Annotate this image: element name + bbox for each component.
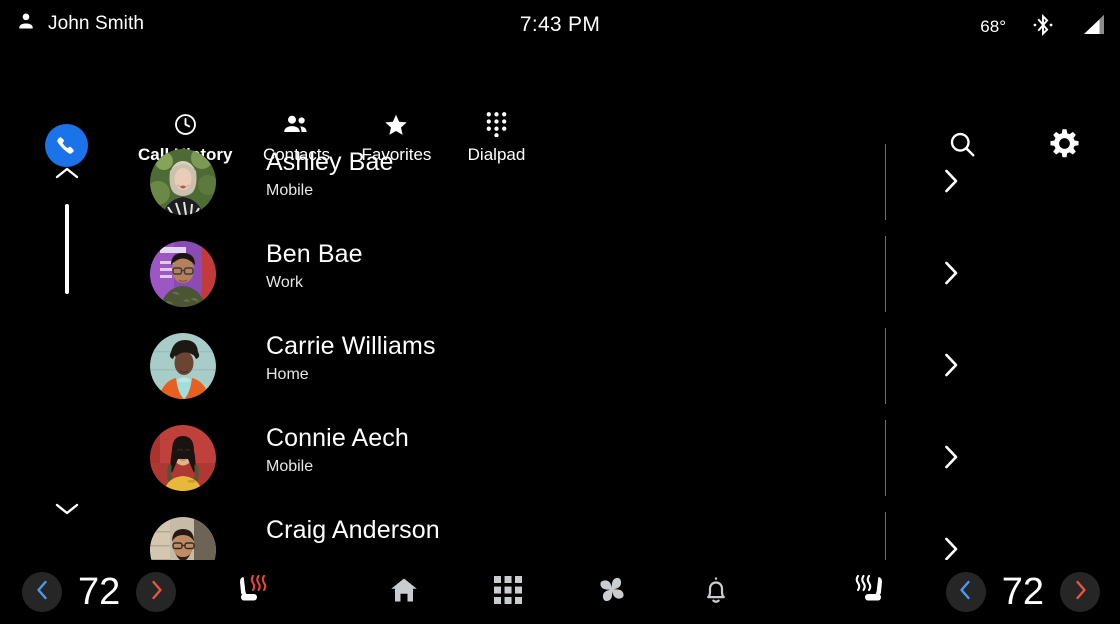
contact-label: Mobile	[266, 458, 314, 475]
row-divider	[885, 144, 886, 220]
app-tab-bar: Call History Contacts Favorites Dialpad	[0, 54, 1120, 167]
clock-icon	[173, 110, 198, 138]
contact-details-button[interactable]	[932, 440, 970, 478]
contact-details-button[interactable]	[932, 348, 970, 386]
home-button[interactable]	[380, 568, 428, 616]
dialpad-icon	[484, 110, 509, 138]
bell-icon	[702, 575, 730, 610]
contact-name: Connie Aech	[266, 424, 409, 452]
avatar	[150, 517, 216, 560]
chevron-left-icon	[958, 579, 973, 606]
row-divider	[885, 420, 886, 496]
chevron-right-icon	[943, 167, 960, 200]
contact-info: Craig Anderson	[266, 515, 440, 548]
contact-name: Craig Anderson	[266, 516, 440, 544]
contact-details-button[interactable]	[932, 532, 970, 560]
status-indicators: 68°	[980, 0, 1106, 54]
apps-grid-icon	[494, 575, 522, 609]
contact-rows: Ashley Bae Mobile Ben Bae Work Carrie Wi…	[0, 136, 1120, 560]
fan-icon	[595, 574, 629, 611]
contact-name: Carrie Williams	[266, 332, 436, 360]
contact-info: Ben Bae Work	[266, 239, 363, 294]
chevron-right-icon	[943, 443, 960, 476]
passenger-ventilated-seat-button[interactable]	[850, 560, 888, 624]
list-item[interactable]: Ashley Bae Mobile	[0, 136, 1120, 228]
contact-details-button[interactable]	[932, 256, 970, 294]
status-bar: John Smith 7:43 PM 68°	[0, 0, 1120, 54]
clock: 7:43 PM	[519, 13, 601, 36]
home-icon	[388, 575, 420, 610]
list-item[interactable]: Craig Anderson	[0, 504, 1120, 560]
call-history-list: Ashley Bae Mobile Ben Bae Work Carrie Wi…	[0, 136, 1120, 560]
chevron-right-icon	[943, 351, 960, 384]
contact-label: Home	[266, 366, 309, 383]
chevron-right-icon	[1073, 579, 1088, 606]
ventilated-seat-icon	[850, 573, 888, 612]
contact-label: Mobile	[266, 182, 314, 199]
notifications-button[interactable]	[692, 568, 740, 616]
list-item[interactable]: Carrie Williams Home	[0, 320, 1120, 412]
bluetooth-icon	[1032, 12, 1054, 43]
outside-temperature: 68°	[980, 17, 1006, 36]
list-item[interactable]: Ben Bae Work	[0, 228, 1120, 320]
bottom-bar: 72 72	[0, 560, 1120, 624]
contact-label: Work	[266, 274, 304, 291]
signal-bars-icon	[1080, 13, 1106, 42]
contact-info: Connie Aech Mobile	[266, 423, 409, 478]
chevron-right-icon	[943, 259, 960, 292]
row-divider	[885, 236, 886, 312]
avatar	[150, 241, 216, 307]
chevron-right-icon	[943, 535, 960, 561]
list-item[interactable]: Connie Aech Mobile	[0, 412, 1120, 504]
avatar	[150, 149, 216, 215]
contact-name: Ben Bae	[266, 240, 363, 268]
contact-details-button[interactable]	[932, 164, 970, 202]
passenger-temp-decrease-button[interactable]	[945, 572, 986, 612]
passenger-temp-value: 72	[1001, 571, 1044, 613]
contact-info: Ashley Bae Mobile	[266, 147, 393, 202]
climate-button[interactable]	[588, 568, 636, 616]
contact-info: Carrie Williams Home	[266, 331, 436, 386]
infotainment-screen: John Smith 7:43 PM 68° Call History Cont…	[0, 0, 1120, 624]
apps-button[interactable]	[484, 568, 532, 616]
contact-name: Ashley Bae	[266, 148, 394, 176]
passenger-climate-control: 72	[945, 560, 1100, 624]
avatar	[150, 333, 216, 399]
row-divider	[885, 328, 886, 404]
row-divider	[885, 512, 886, 560]
avatar	[150, 425, 216, 491]
passenger-temp-increase-button[interactable]	[1060, 572, 1100, 612]
star-icon	[383, 110, 409, 138]
people-icon	[282, 110, 310, 138]
